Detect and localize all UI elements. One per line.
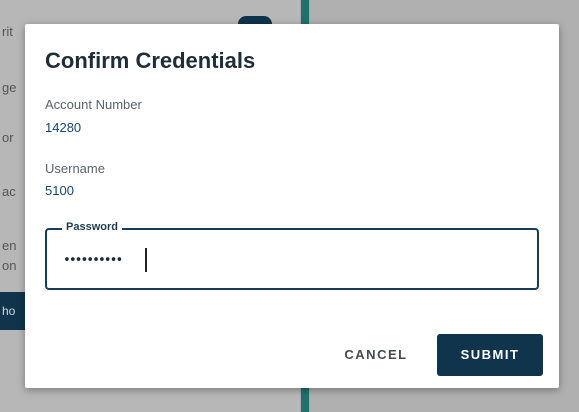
background-text-fragment: on [2,258,17,273]
password-input[interactable] [63,248,503,272]
password-label: Password [62,221,122,233]
username-value: 5100 [45,183,74,198]
dialog-title: Confirm Credentials [45,48,256,73]
background-text-fragment: ho [2,304,16,318]
confirm-credentials-dialog: Confirm Credentials Account Number 14280… [25,24,559,388]
text-cursor [145,248,147,272]
background-text-fragment: or [2,130,14,145]
username-label: Username [45,161,105,176]
background-text-fragment: en [2,238,17,253]
account-number-value: 14280 [45,120,82,135]
account-number-label: Account Number [45,97,142,112]
background-text-fragment: ac [2,184,16,199]
submit-button[interactable]: SUBMIT [437,334,543,376]
password-field[interactable]: Password [45,221,539,290]
cancel-button[interactable]: CANCEL [326,334,426,376]
background-text-fragment: rit [2,24,13,39]
background-text-fragment: ge [2,80,17,95]
